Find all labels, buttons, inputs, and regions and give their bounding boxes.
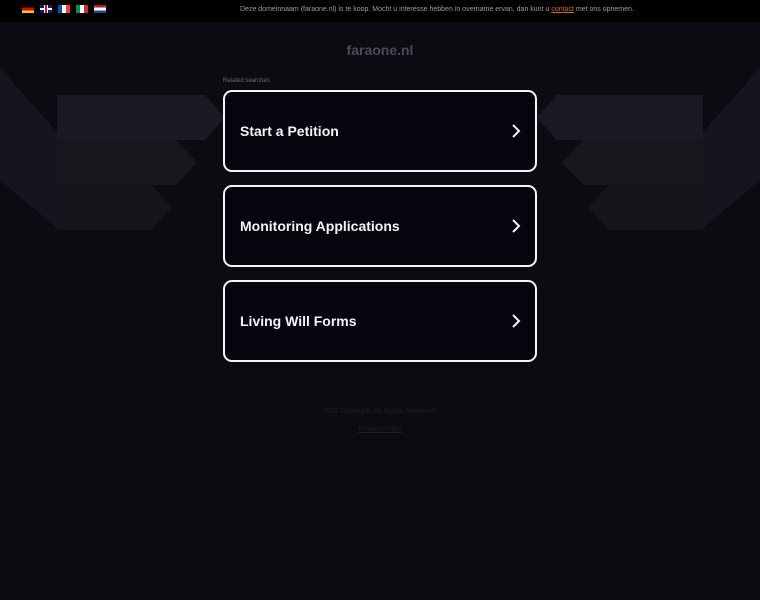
bg-shape-right-wing xyxy=(703,68,760,228)
bg-shape-left-2 xyxy=(57,140,197,185)
chevron-right-icon xyxy=(512,124,521,138)
french-flag-icon[interactable] xyxy=(58,5,70,13)
top-bar: Deze domeinnaam (faraone.nl) is te koop.… xyxy=(0,0,760,22)
italian-flag-icon[interactable] xyxy=(76,5,88,13)
bg-shape-right-3 xyxy=(588,185,703,230)
language-flags xyxy=(22,5,106,13)
copyright-text: 2022 Copyright. All Rights Reserved. xyxy=(322,408,438,415)
for-sale-notice: Deze domeinnaam (faraone.nl) is te koop.… xyxy=(240,6,634,13)
domain-title: faraone.nl xyxy=(346,42,414,58)
bg-shape-left-1 xyxy=(57,95,225,140)
related-search-label: Living Will Forms xyxy=(240,313,357,329)
contact-link[interactable]: contact xyxy=(551,6,574,13)
privacy-policy-link[interactable]: Privacy Policy xyxy=(0,426,760,433)
bg-shape-right-2 xyxy=(562,140,703,185)
chevron-right-icon xyxy=(512,314,521,328)
related-search-link[interactable]: Start a Petition xyxy=(223,90,537,172)
bg-shape-right-1 xyxy=(537,95,703,140)
notice-text-suffix: met ons opnemen. xyxy=(575,6,634,13)
notice-text-prefix: Deze domeinnaam (faraone.nl) is te koop.… xyxy=(240,6,550,13)
related-search-label: Monitoring Applications xyxy=(240,218,400,234)
uk-flag-icon[interactable] xyxy=(40,5,52,13)
related-search-link[interactable]: Living Will Forms xyxy=(223,280,537,362)
chevron-right-icon xyxy=(512,219,521,233)
related-search-label: Start a Petition xyxy=(240,123,339,139)
bg-shape-left-wing xyxy=(0,68,57,228)
related-search-link[interactable]: Monitoring Applications xyxy=(223,185,537,267)
bg-shape-left-3 xyxy=(57,185,172,230)
related-searches-label: Related searches xyxy=(223,78,270,84)
dutch-flag-icon[interactable] xyxy=(94,5,106,13)
german-flag-icon[interactable] xyxy=(22,5,34,13)
